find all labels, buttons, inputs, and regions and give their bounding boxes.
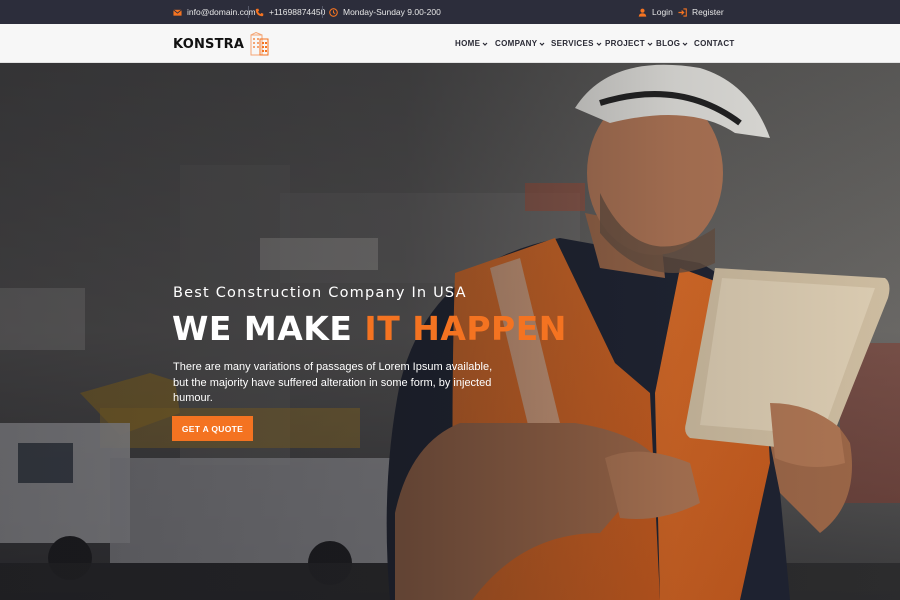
nav-label: SERVICES bbox=[551, 39, 594, 48]
logo[interactable]: KONSTRA bbox=[173, 32, 270, 56]
register-label: Register bbox=[692, 7, 724, 17]
topbar-divider bbox=[248, 6, 249, 18]
user-icon bbox=[638, 8, 647, 17]
main-header: KONSTRA HOME COMPANY SERVICES PROJECT BL… bbox=[0, 24, 900, 63]
hero-headline: WE MAKE IT HAPPEN bbox=[172, 309, 567, 348]
clock-icon bbox=[329, 7, 338, 17]
register-link[interactable]: Register bbox=[678, 0, 724, 24]
nav-item-blog[interactable]: BLOG bbox=[656, 24, 688, 63]
chevron-down-icon bbox=[682, 42, 688, 46]
hero-section: Best Construction Company In USA WE MAKE… bbox=[0, 63, 900, 600]
login-label: Login bbox=[652, 7, 673, 17]
chevron-down-icon bbox=[482, 42, 488, 46]
headline-white: WE MAKE bbox=[172, 309, 365, 348]
nav-label: BLOG bbox=[656, 39, 681, 48]
topbar-divider bbox=[322, 6, 323, 18]
nav-item-company[interactable]: COMPANY bbox=[495, 24, 545, 63]
contact-phone[interactable]: +11698874450 bbox=[255, 0, 325, 24]
chevron-down-icon bbox=[596, 42, 602, 46]
nav-label: HOME bbox=[455, 39, 481, 48]
nav-label: COMPANY bbox=[495, 39, 538, 48]
nav-item-contact[interactable]: CONTACT bbox=[694, 24, 735, 63]
envelope-icon bbox=[173, 8, 182, 16]
chevron-down-icon bbox=[647, 42, 653, 46]
nav-item-home[interactable]: HOME bbox=[455, 24, 488, 63]
opening-hours: Monday-Sunday 9.00-200 bbox=[329, 0, 441, 24]
top-bar: info@domain.com +11698874450 Monday-Sund… bbox=[0, 0, 900, 24]
chevron-down-icon bbox=[539, 42, 545, 46]
building-icon bbox=[250, 32, 269, 56]
nav-label: PROJECT bbox=[605, 39, 645, 48]
get-quote-button[interactable]: GET A QUOTE bbox=[172, 416, 253, 441]
nav-label: CONTACT bbox=[694, 39, 735, 48]
hero-kicker: Best Construction Company In USA bbox=[173, 285, 467, 301]
nav-item-project[interactable]: PROJECT bbox=[605, 24, 653, 63]
phone-text: +11698874450 bbox=[269, 7, 326, 17]
contact-email[interactable]: info@domain.com bbox=[173, 0, 256, 24]
email-text: info@domain.com bbox=[187, 7, 256, 17]
headline-accent: IT HAPPEN bbox=[364, 309, 567, 348]
sign-in-icon bbox=[678, 7, 687, 17]
login-link[interactable]: Login bbox=[638, 0, 673, 24]
nav-item-services[interactable]: SERVICES bbox=[551, 24, 602, 63]
hero-description: There are many variations of passages of… bbox=[173, 361, 493, 404]
logo-text: KONSTRA bbox=[173, 36, 245, 52]
phone-icon bbox=[255, 8, 264, 16]
hours-text: Monday-Sunday 9.00-200 bbox=[343, 7, 441, 17]
